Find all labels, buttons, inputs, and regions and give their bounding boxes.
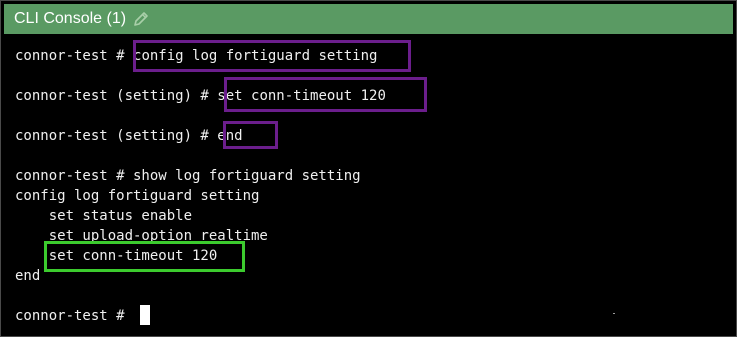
cli-console-window: CLI Console (1) connor-test # config log… <box>0 0 737 337</box>
terminal-line-10: connor-test # <box>15 308 134 324</box>
terminal-line-5: config log fortiguard setting <box>15 188 260 204</box>
terminal-line-6: set status enable <box>15 208 193 224</box>
pencil-icon[interactable] <box>132 10 150 28</box>
terminal-line-4: connor-test # show log fortiguard settin… <box>15 168 361 184</box>
result-highlight-box <box>44 241 245 272</box>
console-title: CLI Console (1) <box>14 10 127 27</box>
command-highlight-box <box>223 121 278 149</box>
text-cursor <box>140 305 150 325</box>
prompt-text: connor-test # <box>15 48 134 64</box>
prompt-text: connor-test (setting) # <box>15 88 218 104</box>
stray-pixel <box>613 313 615 314</box>
command-highlight-box <box>224 77 427 112</box>
console-titlebar: CLI Console (1) <box>4 4 733 34</box>
terminal-line-3: connor-test (setting) # end <box>15 127 243 145</box>
prompt-text: connor-test (setting) # <box>15 128 218 144</box>
terminal-line-9: end <box>15 268 41 284</box>
command-highlight-box <box>133 40 411 72</box>
terminal-output[interactable]: connor-test # config log fortiguard sett… <box>4 35 733 333</box>
